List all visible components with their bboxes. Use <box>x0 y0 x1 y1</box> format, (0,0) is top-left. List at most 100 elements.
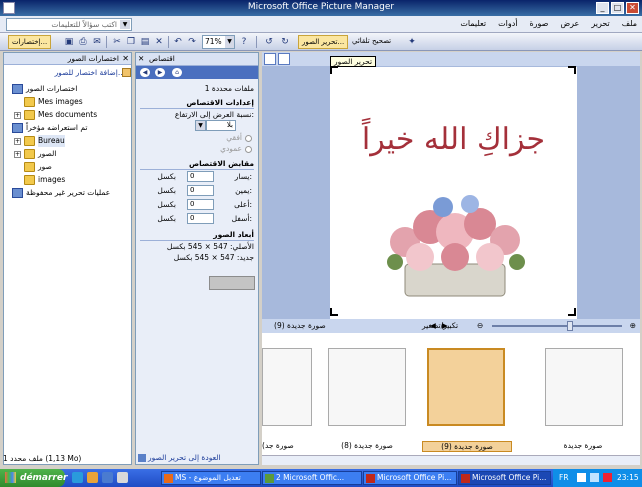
zoom-slider[interactable] <box>492 325 622 327</box>
thumbnail-view-icon[interactable] <box>264 53 276 65</box>
crop-right-input[interactable]: 0 <box>187 185 214 196</box>
redo-icon[interactable]: ↷ <box>186 36 198 48</box>
language-indicator[interactable]: FR <box>559 469 569 487</box>
tree-item[interactable]: صور <box>4 161 131 174</box>
menu-tools[interactable]: أدوات <box>497 18 518 29</box>
zoom-bar: ⊕ ⊖ تكبير/تصغير ▶ ◀ (صورة جديدة (9 <box>262 319 640 333</box>
menu-edit[interactable]: تحرير <box>590 18 610 29</box>
crop-handle[interactable] <box>568 308 576 316</box>
add-shortcut-link[interactable]: إضافة اختصار للصور... <box>4 65 131 79</box>
auto-correct-button[interactable]: تصحيح تلقائي <box>352 35 391 49</box>
task-pane-header: ✕ اقتصاص <box>136 53 258 66</box>
back-icon[interactable]: ◀ <box>140 68 150 77</box>
title-bar: Microsoft Office Picture Manager _ □ ✕ <box>0 0 642 16</box>
cut-icon[interactable]: ✂ <box>111 36 123 48</box>
taskbar-item[interactable]: MS - تعديل الموضوع <box>161 471 261 485</box>
menu-view[interactable]: عرض <box>559 18 580 29</box>
forward-icon[interactable]: ▶ <box>155 68 165 77</box>
help-icon[interactable] <box>577 473 586 482</box>
tree-item[interactable]: تم استعراضه مؤخراً <box>4 122 131 135</box>
aspect-ratio-select[interactable]: بلا ▼ <box>195 120 236 131</box>
crop-handle[interactable] <box>330 308 338 316</box>
filmstrip-view-icon[interactable] <box>278 53 290 65</box>
thumbnail[interactable] <box>545 348 623 426</box>
horizontal-scrollbar[interactable] <box>262 455 640 465</box>
ok-button[interactable] <box>209 276 255 290</box>
security-icon[interactable] <box>603 473 612 482</box>
tree-item[interactable]: عمليات تحرير غير محفوظة <box>4 187 131 200</box>
thumbnail[interactable] <box>262 348 312 426</box>
email-icon[interactable]: ✉ <box>91 36 103 48</box>
thumbnail-selected[interactable] <box>427 348 505 426</box>
delete-icon[interactable]: ✕ <box>153 36 165 48</box>
menu-file[interactable]: ملف <box>621 18 638 29</box>
taskbar-item[interactable]: Microsoft Office Pi... <box>363 471 457 485</box>
start-button[interactable]: démarrer <box>0 469 67 487</box>
help-icon[interactable]: ? <box>238 36 250 48</box>
landscape-radio[interactable]: أفقي <box>140 133 254 144</box>
back-icon <box>138 454 146 462</box>
status-bar: 1 ملف محدد (1,13 Mo) <box>3 454 82 463</box>
home-icon[interactable]: ⌂ <box>172 68 182 77</box>
menu-help[interactable]: تعليمات <box>459 18 487 29</box>
maximize-button[interactable]: □ <box>611 2 624 14</box>
save-icon[interactable]: ▣ <box>63 36 75 48</box>
network-icon[interactable] <box>590 473 599 482</box>
rotate-left-icon[interactable]: ↺ <box>263 36 275 48</box>
crop-handle[interactable] <box>330 66 338 74</box>
edit-pictures-button[interactable]: تحرير الصور... <box>298 35 349 49</box>
aspect-ratio-label: نسبة العرض إلى الارتفاع: <box>174 110 254 119</box>
crop-handle[interactable] <box>568 66 576 74</box>
shortcuts-pane: اختصارات الصور ✕ إضافة اختصار للصور... ا… <box>3 52 132 465</box>
tree-item[interactable]: Mes images <box>4 96 131 109</box>
zoom-in-icon[interactable]: ⊕ <box>630 321 636 330</box>
paste-icon[interactable]: ▤ <box>139 36 151 48</box>
zoom-select[interactable]: 71% ▼ <box>202 35 235 49</box>
back-to-edit-link[interactable]: العودة إلى تحرير الصور <box>138 453 221 462</box>
shortcuts-button[interactable]: إختصارات... <box>8 35 52 49</box>
image-size-heading: أبعاد الصور <box>140 230 254 241</box>
filmstrip: صورة جديدة (صورة جديدة (9 (صورة جديدة (8… <box>262 333 640 455</box>
desktop-icon[interactable] <box>102 472 113 483</box>
help-search-input[interactable]: اكتب سؤالاً للتعليمات ▼ <box>6 18 132 31</box>
close-icon[interactable]: ✕ <box>138 53 144 65</box>
folder-icon[interactable] <box>117 472 128 483</box>
tree-item[interactable]: اختصارات الصور <box>4 83 131 96</box>
print-icon[interactable]: ⎙ <box>77 36 89 48</box>
chevron-down-icon[interactable]: ▼ <box>120 20 130 29</box>
crop-task-pane: ✕ اقتصاص ◀ ▶ ⌂ 1 ملفات محددة إعدادات الا… <box>135 52 259 465</box>
crop-left-input[interactable]: 0 <box>187 171 214 182</box>
chevron-down-icon[interactable]: ▼ <box>195 120 206 131</box>
portrait-radio[interactable]: عمودي <box>140 144 254 155</box>
zoom-out-icon[interactable]: ⊖ <box>477 321 483 330</box>
undo-icon[interactable]: ↶ <box>172 36 184 48</box>
media-icon[interactable] <box>87 472 98 483</box>
crop-bottom-input[interactable]: 0 <box>187 213 214 224</box>
zoom-slider-thumb[interactable] <box>567 321 573 331</box>
minimize-button[interactable]: _ <box>596 2 609 14</box>
tree-item[interactable]: + الصور <box>4 148 131 161</box>
taskbar-item[interactable]: 2 Microsoft Offic... <box>262 471 362 485</box>
taskbar-item-active[interactable]: Microsoft Office Pi... <box>458 471 551 485</box>
rotate-right-icon[interactable]: ↻ <box>279 36 291 48</box>
thumbnail-label: (صورة جديدة (8 <box>341 441 393 450</box>
copy-icon[interactable]: ❐ <box>125 36 137 48</box>
menu-picture[interactable]: صورة <box>528 18 549 29</box>
crop-top-input[interactable]: 0 <box>187 199 214 210</box>
folder-icon <box>24 110 35 120</box>
crop-settings-heading: إعدادات الاقتصاص <box>140 98 254 109</box>
thumbnail-label: صورة جديدة <box>563 441 603 450</box>
tree-item[interactable]: images <box>4 174 131 187</box>
tree-item[interactable]: + Mes documents <box>4 109 131 122</box>
thumbnail[interactable] <box>328 348 406 426</box>
next-icon[interactable]: ▶ <box>442 321 448 330</box>
close-icon[interactable]: ✕ <box>122 53 129 64</box>
previous-icon[interactable]: ◀ <box>430 321 436 330</box>
auto-correct-icon: ✦ <box>408 37 416 47</box>
view-bar <box>262 52 640 66</box>
close-button[interactable]: ✕ <box>626 2 639 14</box>
browser-icon[interactable] <box>72 472 83 483</box>
windows-logo-icon <box>5 472 16 483</box>
thumbnail-label: (صورة جد <box>262 441 294 450</box>
tree-item[interactable]: + Bureau <box>4 135 131 148</box>
